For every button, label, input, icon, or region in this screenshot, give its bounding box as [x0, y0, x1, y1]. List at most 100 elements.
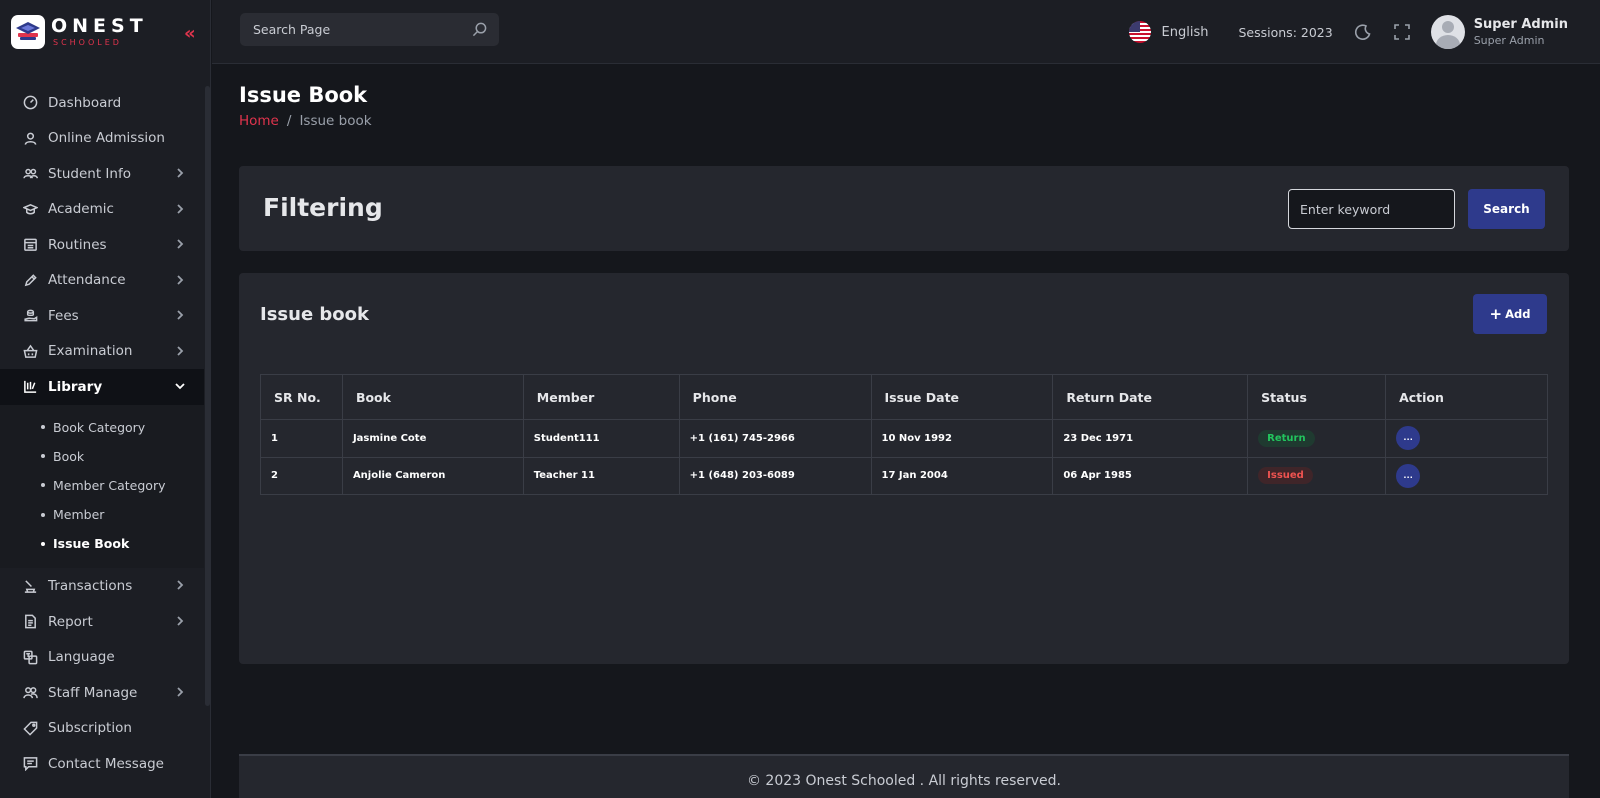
sidebar-item-library[interactable]: Library — [0, 369, 204, 405]
chevron-right-icon — [174, 615, 186, 627]
sidebar-item-label: Fees — [48, 307, 79, 324]
chevron-right-icon — [174, 274, 186, 286]
sidebar-item-dashboard[interactable]: Dashboard — [0, 85, 204, 121]
sidebar-item-label: Student Info — [48, 165, 131, 182]
sidebar-item-label: Subscription — [48, 720, 132, 737]
tag-icon — [22, 720, 38, 736]
user-icon — [22, 130, 38, 146]
cell-return-date: 06 Apr 1985 — [1052, 456, 1249, 495]
breadcrumb: Home / Issue book — [239, 113, 1569, 129]
bullet-icon — [41, 454, 45, 459]
sidebar-item-report[interactable]: Report — [0, 604, 204, 640]
page-title: Issue Book — [239, 83, 368, 107]
row-action-menu-button[interactable]: … — [1396, 426, 1421, 451]
coins-icon — [22, 308, 38, 324]
column-header-book[interactable]: Book — [341, 374, 524, 420]
submenu-item-label: Member — [53, 507, 105, 523]
library-submenu: Book Category Book Member Category Membe… — [0, 404, 204, 569]
cell-phone: +1 (161) 745-2966 — [678, 419, 872, 458]
sidebar-item-academic[interactable]: Academic — [0, 192, 204, 228]
sidebar-item-transactions[interactable]: Transactions — [0, 568, 204, 604]
main-content: Issue Book Home / Issue book Filtering Sea… — [239, 64, 1569, 798]
issue-book-card: Issue book + Add SR No. Book Member Phon… — [239, 273, 1569, 664]
sidebar-item-subscription[interactable]: Subscription — [0, 710, 204, 746]
sessions-selector[interactable]: Sessions: 2023 — [1238, 25, 1332, 40]
sidebar-item-label: Staff Manage — [48, 684, 138, 701]
basket-icon — [22, 343, 38, 359]
sidebar-item-routines[interactable]: Routines — [0, 227, 204, 263]
cell-sr: 1 — [260, 419, 343, 458]
user-name: Super Admin — [1473, 17, 1568, 32]
sidebar-item-label: Library — [48, 378, 103, 395]
submenu-item-book[interactable]: Book — [0, 442, 204, 471]
sidebar-item-staff-manage[interactable]: Staff Manage — [0, 675, 204, 711]
sidebar-item-student-info[interactable]: Student Info — [0, 156, 204, 192]
sidebar-scrollbar[interactable] — [205, 86, 210, 706]
row-action-menu-button[interactable]: … — [1396, 463, 1421, 488]
brand[interactable]: ONEST SCHOOLED « — [0, 0, 210, 64]
chevron-right-icon — [174, 238, 186, 250]
column-header-sr-no[interactable]: SR No. — [260, 374, 343, 420]
user-profile-menu[interactable]: Super Admin Super Admin — [1430, 15, 1568, 49]
search-button[interactable]: Search — [1468, 189, 1545, 229]
submenu-item-book-category[interactable]: Book Category — [0, 413, 204, 442]
column-header-member[interactable]: Member — [522, 374, 680, 420]
collapse-sidebar-icon[interactable]: « — [184, 23, 196, 44]
sidebar-item-online-admission[interactable]: Online Admission — [0, 121, 204, 157]
sidebar-item-label: Academic — [48, 201, 114, 218]
chevron-right-icon — [174, 579, 186, 591]
chevron-right-icon — [174, 309, 186, 321]
search-input[interactable] — [253, 22, 453, 37]
logo — [11, 15, 45, 49]
users-icon — [22, 166, 38, 182]
fullscreen-icon[interactable] — [1392, 22, 1412, 42]
keyword-input[interactable] — [1288, 189, 1455, 229]
issue-book-title: Issue book — [260, 304, 370, 325]
sidebar-item-contact-message[interactable]: Contact Message — [0, 746, 204, 782]
report-icon — [22, 614, 38, 630]
sidebar-item-examination[interactable]: Examination — [0, 334, 204, 370]
sidebar-item-label: Contact Message — [48, 755, 164, 772]
user-role: Super Admin — [1473, 34, 1545, 47]
filter-card: Filtering Search — [239, 166, 1569, 251]
logo-cap-icon — [16, 22, 40, 40]
sidebar-item-language[interactable]: Language — [0, 639, 204, 675]
submenu-item-issue-book[interactable]: Issue Book — [0, 529, 204, 558]
status-badge: Return — [1258, 429, 1315, 447]
column-header-status[interactable]: Status — [1247, 374, 1387, 420]
search-icon[interactable] — [472, 22, 487, 41]
language-selector[interactable]: English — [1128, 21, 1208, 43]
column-header-return-date[interactable]: Return Date — [1052, 374, 1249, 420]
sidebar: ONEST SCHOOLED « Dashboard Online Admiss… — [0, 0, 211, 798]
submenu-item-member[interactable]: Member — [0, 500, 204, 529]
submenu-item-member-category[interactable]: Member Category — [0, 471, 204, 500]
breadcrumb-home-link[interactable]: Home — [239, 113, 279, 129]
breadcrumb-current: Issue book — [299, 113, 372, 129]
sidebar-item-attendance[interactable]: Attendance — [0, 263, 204, 299]
submenu-item-label: Book Category — [53, 419, 146, 435]
cell-action: … — [1385, 419, 1548, 458]
breadcrumb-separator: / — [286, 113, 292, 129]
cell-issue-date: 17 Jan 2004 — [870, 456, 1054, 495]
search-box[interactable] — [240, 13, 499, 46]
table-row: 2 Anjolie Cameron Teacher 11 +1 (648) 20… — [260, 456, 1548, 495]
chevron-right-icon — [174, 686, 186, 698]
sidebar-item-fees[interactable]: Fees — [0, 298, 204, 334]
us-flag-icon — [1128, 21, 1151, 43]
column-header-phone[interactable]: Phone — [678, 374, 872, 420]
sidebar-item-label: Online Admission — [48, 130, 165, 147]
status-badge: Issued — [1258, 467, 1313, 485]
cell-return-date: 23 Dec 1971 — [1052, 419, 1249, 458]
brand-name: ONEST — [51, 15, 148, 37]
calendar-icon — [22, 237, 38, 253]
theme-toggle-moon-icon[interactable] — [1353, 22, 1373, 42]
column-header-issue-date[interactable]: Issue Date — [870, 374, 1054, 420]
cell-phone: +1 (648) 203-6089 — [678, 456, 872, 495]
add-button[interactable]: + Add — [1473, 294, 1547, 334]
brand-sub: SCHOOLED — [53, 38, 122, 47]
sidebar-item-label: Report — [48, 613, 93, 630]
dashboard-icon — [22, 95, 38, 111]
sidebar-item-label: Examination — [48, 343, 133, 360]
avatar — [1430, 15, 1465, 49]
cell-sr: 2 — [260, 456, 343, 495]
